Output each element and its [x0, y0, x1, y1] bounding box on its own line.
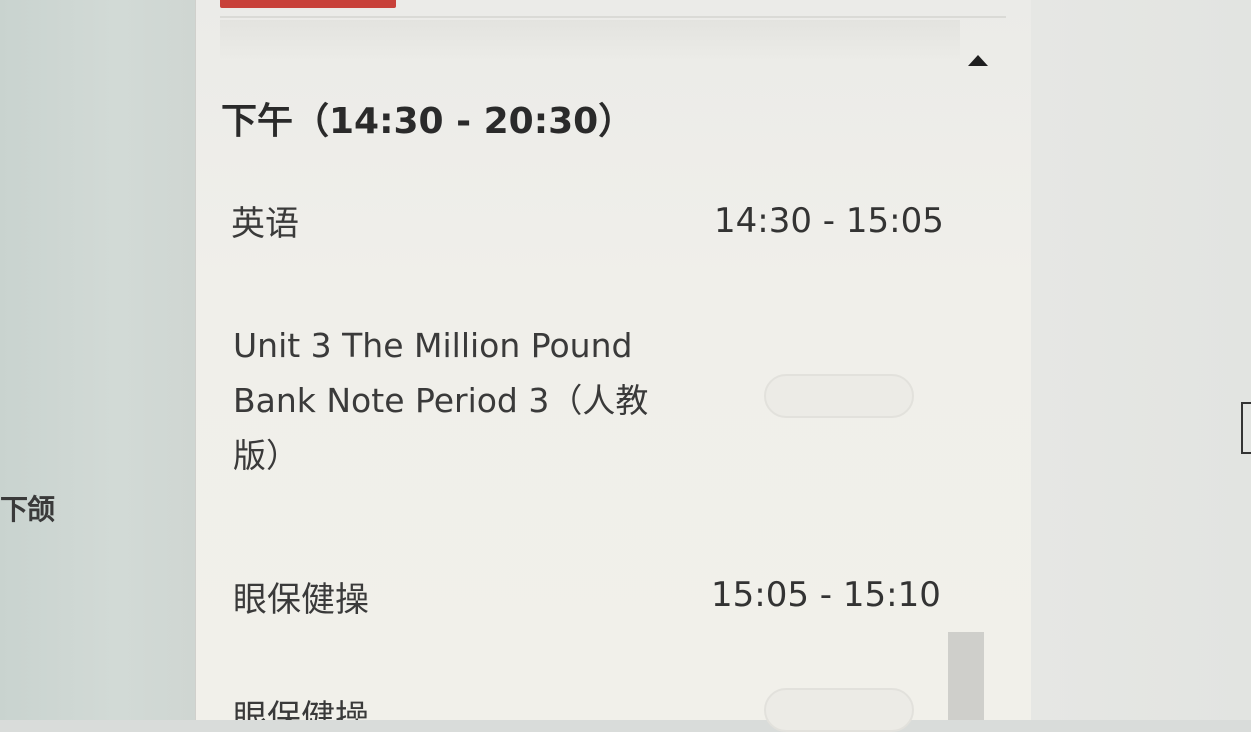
class-time: 15:05 - 15:10 — [711, 575, 941, 615]
action-pill-button[interactable] — [764, 688, 914, 732]
bracket-icon[interactable] — [1241, 402, 1251, 454]
left-background — [0, 0, 195, 720]
schedule-panel: 下午（14:30 - 20:30） 英语 14:30 - 15:05 Unit … — [195, 0, 1031, 732]
lesson-title-line: 版） — [233, 436, 299, 475]
panel-header-band — [220, 20, 960, 62]
action-pill-button[interactable] — [764, 374, 914, 418]
subject-name: 英语 — [231, 204, 299, 244]
divider — [220, 16, 1006, 18]
active-tab-indicator[interactable] — [220, 0, 396, 8]
lesson-title-line: Unit 3 The Million Pound — [233, 326, 633, 365]
subject-name: 眼保健操 — [233, 698, 369, 720]
class-time: 14:30 - 15:05 — [714, 201, 944, 241]
scrollbar-thumb[interactable] — [948, 632, 984, 720]
lesson-title-line: Bank Note Period 3（人教 — [233, 381, 649, 420]
sidebar-partial-label: 下颌 — [0, 493, 55, 526]
right-background — [1030, 0, 1251, 720]
subject-name: 眼保健操 — [233, 580, 369, 620]
lesson-title[interactable]: Unit 3 The Million Pound Bank Note Perio… — [233, 318, 703, 483]
section-title: 下午（14:30 - 20:30） — [221, 101, 635, 142]
scrollbar[interactable] — [951, 40, 981, 720]
triangle-up-icon[interactable] — [968, 55, 988, 66]
